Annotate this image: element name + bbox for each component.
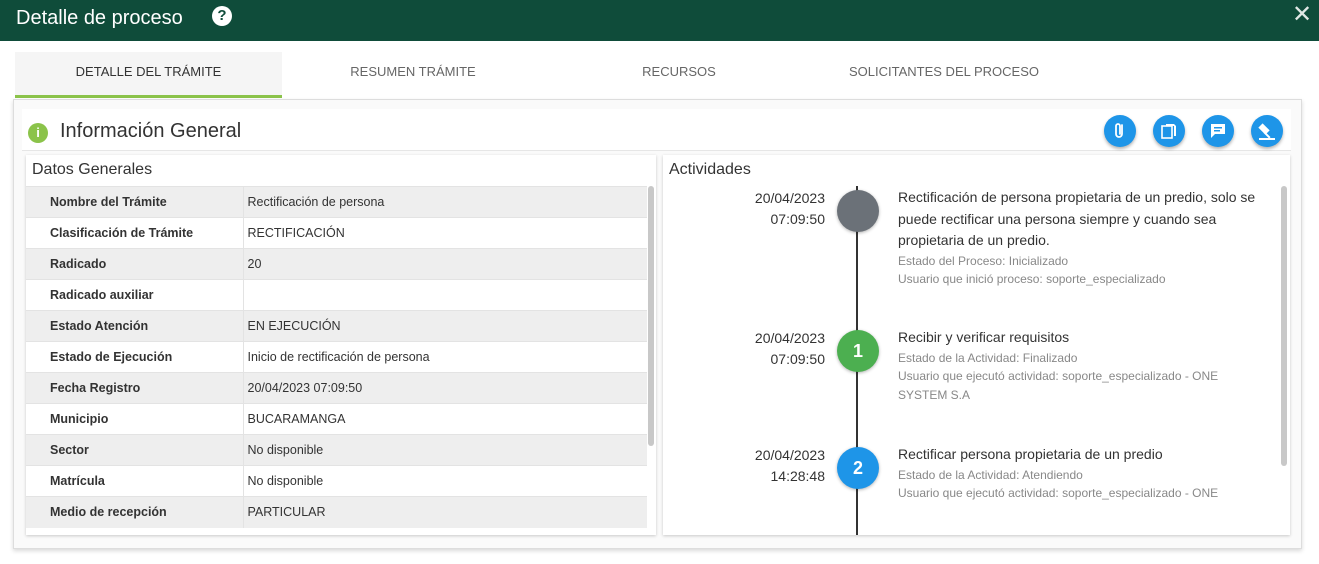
row-value: BUCARAMANGA <box>243 403 647 435</box>
table-row: Radicado 20 <box>26 248 647 280</box>
attach-icon <box>1115 123 1123 138</box>
tab-bar: DETALLE DEL TRÁMITE RESUMEN TRÁMITE RECU… <box>15 52 1302 98</box>
datos-generales-title: Datos Generales <box>32 161 153 178</box>
row-label: Sector <box>26 434 244 466</box>
activity-date: 20/04/2023 14:28:48 <box>723 445 825 487</box>
datos-scrollbar[interactable] <box>648 186 654 446</box>
row-label: Estado Atención <box>26 310 244 342</box>
activity-marker: 2 <box>837 447 879 489</box>
row-value: 20 <box>243 248 647 280</box>
row-value: 20/04/2023 07:09:50 <box>243 372 647 404</box>
row-value: No disponible <box>243 434 647 466</box>
row-value <box>243 279 647 311</box>
activity-marker <box>837 190 879 232</box>
copy-button[interactable] <box>1153 115 1185 147</box>
row-value: RECTIFICACIÓN <box>243 217 647 249</box>
comment-icon <box>1211 124 1225 138</box>
info-icon: i <box>28 123 48 143</box>
section-title: Información General <box>60 120 242 142</box>
tab-resumen-tramite[interactable]: RESUMEN TRÁMITE <box>295 52 531 98</box>
row-value: PARTICULAR <box>243 496 647 528</box>
row-value: No disponible <box>243 465 647 497</box>
window-title: Detalle de proceso <box>16 7 183 29</box>
activity-user: Usuario que inició proceso: soporte_espe… <box>898 272 1166 286</box>
activity-status: Estado del Proceso: Inicializado <box>898 253 1069 268</box>
tab-recursos[interactable]: RECURSOS <box>575 52 783 98</box>
activity-text: Rectificar persona propietaria de un pre… <box>898 444 1258 503</box>
activity-status: Estado de la Actividad: Atendiendo <box>898 467 1083 482</box>
attach-button[interactable] <box>1104 115 1136 147</box>
table-row: Estado de Ejecución Inicio de rectificaci… <box>26 341 647 373</box>
activity-date-day: 20/04/2023 <box>754 447 825 463</box>
table-row: Sector No disponible <box>26 434 647 466</box>
activity-title: Rectificación de persona propietaria de … <box>898 189 1256 248</box>
actividades-card: Actividades 20/04/2023 07:09:50 Rectificac… <box>663 155 1290 535</box>
datos-generales-card: Datos Generales Nombre del Trámite Rectif… <box>26 155 656 535</box>
row-label: Municipio <box>26 403 244 435</box>
activity-user: Usuario que ejecutó actividad: soporte_e… <box>898 486 1219 500</box>
row-value: Rectificación de persona <box>243 186 647 218</box>
activity-title: Recibir y verificar requisitos <box>898 329 1070 345</box>
activity-date-day: 20/04/2023 <box>754 190 825 206</box>
activity-text: Rectificación de persona propietaria de … <box>898 187 1258 289</box>
activity-user: Usuario que ejecutó actividad: soporte_e… <box>898 369 1219 402</box>
row-label: Clasificación de Trámite <box>26 217 244 249</box>
gavel-button[interactable] <box>1251 115 1283 147</box>
row-label: Nombre del Trámite <box>26 186 244 218</box>
activity-date-time: 07:09:50 <box>770 211 826 227</box>
row-label: Radicado <box>26 248 244 280</box>
row-label: Matrícula <box>26 465 244 497</box>
activity-title: Rectificar persona propietaria de un pre… <box>898 446 1163 462</box>
question-icon[interactable]: ? <box>212 6 232 26</box>
table-row: Medio de recepción PARTICULAR <box>26 496 647 528</box>
row-label: Estado de Ejecución <box>26 341 244 373</box>
gavel-icon <box>1258 123 1275 140</box>
table-row: Fecha Registro 20/04/2023 07:09:50 <box>26 372 647 404</box>
row-label: Fecha Registro <box>26 372 244 404</box>
table-row: Nombre del Trámite Rectificación de perso… <box>26 186 647 218</box>
activity-date: 20/04/2023 07:09:50 <box>723 188 825 230</box>
info-header: i Información General <box>22 109 1291 151</box>
tab-detalle-del-tramite[interactable]: DETALLE DEL TRÁMITE <box>15 52 282 98</box>
actividades-scrollbar[interactable] <box>1281 186 1287 466</box>
row-value: EN EJECUCIÓN <box>243 310 647 342</box>
row-label: Medio de recepción <box>26 496 244 528</box>
title-bar: Detalle de proceso ? ✕ <box>0 0 1319 41</box>
activity-marker: 1 <box>837 330 879 372</box>
tab-solicitantes-del-proceso[interactable]: SOLICITANTES DEL PROCESO <box>835 52 1053 98</box>
table-row: Estado Atención EN EJECUCIÓN <box>26 310 647 342</box>
copy-icon <box>1161 124 1176 139</box>
table-row: Matrícula No disponible <box>26 465 647 497</box>
main-panel: i Información General Datos Generales No… <box>13 99 1302 549</box>
table-row: Radicado auxiliar <box>26 279 647 311</box>
row-label: Radicado auxiliar <box>26 279 244 311</box>
table-row: Municipio BUCARAMANGA <box>26 403 647 435</box>
close-icon[interactable]: ✕ <box>1292 3 1312 27</box>
activity-text: Recibir y verificar requisitos Estado de … <box>898 327 1258 404</box>
activity-date: 20/04/2023 07:09:50 <box>723 328 825 370</box>
table-row: Clasificación de Trámite RECTIFICACIÓN <box>26 217 647 249</box>
actividades-title: Actividades <box>669 161 751 178</box>
comment-button[interactable] <box>1202 115 1234 147</box>
activity-date-time: 07:09:50 <box>770 351 826 367</box>
activity-date-time: 14:28:48 <box>770 468 826 484</box>
row-value: Inicio de rectificación de persona <box>243 341 647 373</box>
activity-status: Estado de la Actividad: Finalizado <box>898 350 1078 365</box>
activity-date-day: 20/04/2023 <box>754 330 825 346</box>
datos-generales-table: Nombre del Trámite Rectificación de perso… <box>26 186 647 528</box>
